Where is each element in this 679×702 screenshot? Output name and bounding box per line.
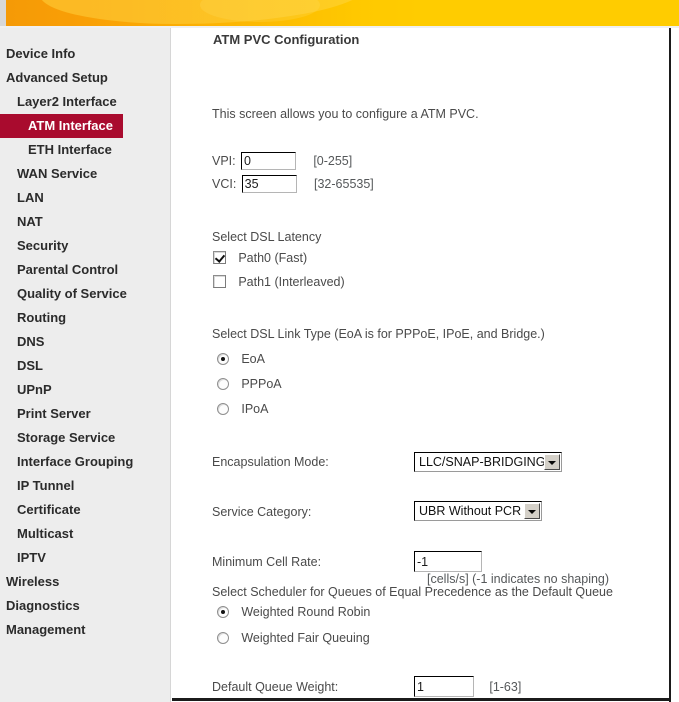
dsl-link-type-options: EoA PPPoA IPoA xyxy=(217,352,282,427)
sidebar-item-eth-interface[interactable]: ETH Interface xyxy=(0,138,170,162)
minimum-cell-rate-row: [cells/s] (-1 indicates no shaping) xyxy=(414,551,669,586)
minimum-cell-rate-hint: [cells/s] (-1 indicates no shaping) xyxy=(427,572,610,586)
scheduler-heading: Select Scheduler for Queues of Equal Pre… xyxy=(212,585,613,599)
banner-left-edge xyxy=(0,0,6,26)
sidebar-item-parental-control[interactable]: Parental Control xyxy=(0,258,170,282)
vci-input[interactable] xyxy=(241,175,297,193)
sidebar-item-layer2-interface[interactable]: Layer2 Interface xyxy=(0,90,170,114)
encapsulation-mode-label: Encapsulation Mode: xyxy=(212,455,329,469)
sidebar-item-nat[interactable]: NAT xyxy=(0,210,170,234)
default-queue-weight-label: Default Queue Weight: xyxy=(212,680,339,694)
sidebar-item-diagnostics[interactable]: Diagnostics xyxy=(0,594,170,618)
scheduler-option-wfq[interactable]: Weighted Fair Queuing xyxy=(217,631,370,657)
service-category-value: UBR Without PCR xyxy=(419,504,522,518)
sidebar-item-wireless[interactable]: Wireless xyxy=(0,570,170,594)
weighted-fair-queuing-label: Weighted Fair Queuing xyxy=(241,631,370,645)
sidebar-item-quality-of-service[interactable]: Quality of Service xyxy=(0,282,170,306)
sidebar-item-wan-service[interactable]: WAN Service xyxy=(0,162,170,186)
vpi-range-hint: [0-255] xyxy=(313,154,353,168)
scheduler-options: Weighted Round Robin Weighted Fair Queui… xyxy=(217,605,370,657)
sidebar-item-management[interactable]: Management xyxy=(0,618,170,642)
vci-range-hint: [32-65535] xyxy=(314,177,374,191)
brand-banner xyxy=(0,0,679,26)
ipoa-label: IPoA xyxy=(241,402,269,416)
sidebar-item-advanced-setup[interactable]: Advanced Setup xyxy=(0,66,170,90)
chevron-down-icon[interactable] xyxy=(544,454,560,470)
vpi-input[interactable] xyxy=(240,152,296,170)
sidebar-item-upnp[interactable]: UPnP xyxy=(0,378,170,402)
sidebar-item-certificate[interactable]: Certificate xyxy=(0,498,170,522)
vci-label: VCI: xyxy=(212,177,237,191)
path0-checkbox[interactable] xyxy=(213,251,226,264)
scheduler-option-wrr[interactable]: Weighted Round Robin xyxy=(217,605,370,631)
minimum-cell-rate-label: Minimum Cell Rate: xyxy=(212,555,322,569)
sidebar-item-dsl[interactable]: DSL xyxy=(0,354,170,378)
default-queue-weight-label-wrap: Default Queue Weight: xyxy=(212,680,338,694)
service-category-label-wrap: Service Category: xyxy=(212,505,311,519)
vci-row: VCI: [32-65535] xyxy=(212,175,374,193)
sidebar-item-print-server[interactable]: Print Server xyxy=(0,402,170,426)
sidebar-item-lan[interactable]: LAN xyxy=(0,186,170,210)
path1-label: Path1 (Interleaved) xyxy=(238,275,345,289)
weighted-fair-queuing-radio[interactable] xyxy=(217,632,229,644)
weighted-round-robin-label: Weighted Round Robin xyxy=(241,605,371,619)
sidebar-item-iptv[interactable]: IPTV xyxy=(0,546,170,570)
sidebar-item-routing[interactable]: Routing xyxy=(0,306,170,330)
router-admin-page: Device Info Advanced Setup Layer2 Interfac… xyxy=(0,0,679,702)
chevron-down-icon[interactable] xyxy=(524,503,540,519)
dsl-latency-options: Path0 (Fast) Path1 (Interleaved) xyxy=(213,251,345,299)
sidebar-item-atm-interface[interactable]: ATM Interface xyxy=(0,114,123,138)
path1-checkbox[interactable] xyxy=(213,275,226,288)
dsl-link-type-option-ipoa[interactable]: IPoA xyxy=(217,402,282,427)
dsl-latency-option-path0[interactable]: Path0 (Fast) xyxy=(213,251,345,275)
content-bottom-rule xyxy=(172,698,671,701)
default-queue-weight-input[interactable] xyxy=(414,676,474,697)
dsl-latency-heading: Select DSL Latency xyxy=(212,230,322,244)
sidebar-item-interface-grouping[interactable]: Interface Grouping xyxy=(0,450,170,474)
sidebar-item-ip-tunnel[interactable]: IP Tunnel xyxy=(0,474,170,498)
weighted-round-robin-radio[interactable] xyxy=(217,606,229,618)
pppoa-label: PPPoA xyxy=(241,377,282,391)
dsl-link-type-option-eoa[interactable]: EoA xyxy=(217,352,282,377)
page-description: This screen allows you to configure a AT… xyxy=(212,107,479,121)
sidebar-item-storage-service[interactable]: Storage Service xyxy=(0,426,170,450)
default-queue-weight-range-hint: [1-63] xyxy=(489,679,522,694)
default-queue-weight-row: [1-63] xyxy=(414,676,521,697)
dsl-link-type-heading: Select DSL Link Type (EoA is for PPPoE, … xyxy=(212,327,545,341)
vpi-label: VPI: xyxy=(212,154,236,168)
minimum-cell-rate-label-wrap: Minimum Cell Rate: xyxy=(212,555,321,569)
encapsulation-mode-select[interactable]: LLC/SNAP-BRIDGING xyxy=(414,452,562,472)
sidebar-item-multicast[interactable]: Multicast xyxy=(0,522,170,546)
main-content: ATM PVC Configuration This screen allows… xyxy=(172,28,671,702)
sidebar-item-dns[interactable]: DNS xyxy=(0,330,170,354)
sidebar-nav: Device Info Advanced Setup Layer2 Interfac… xyxy=(0,28,171,702)
eoa-label: EoA xyxy=(241,352,265,366)
sidebar-item-security[interactable]: Security xyxy=(0,234,170,258)
dsl-link-type-option-pppoa[interactable]: PPPoA xyxy=(217,377,282,402)
dsl-latency-option-path1[interactable]: Path1 (Interleaved) xyxy=(213,275,345,299)
ipoa-radio[interactable] xyxy=(217,403,229,415)
path0-label: Path0 (Fast) xyxy=(238,251,308,265)
encapsulation-mode-value: LLC/SNAP-BRIDGING xyxy=(419,455,544,469)
encapsulation-mode-label-wrap: Encapsulation Mode: xyxy=(212,455,329,469)
eoa-radio[interactable] xyxy=(217,353,229,365)
minimum-cell-rate-input[interactable] xyxy=(414,551,482,572)
pppoa-radio[interactable] xyxy=(217,378,229,390)
page-title: ATM PVC Configuration xyxy=(213,32,360,47)
sidebar-item-device-info[interactable]: Device Info xyxy=(0,42,170,66)
vpi-row: VPI: [0-255] xyxy=(212,152,352,170)
service-category-select[interactable]: UBR Without PCR xyxy=(414,501,542,521)
service-category-label: Service Category: xyxy=(212,505,312,519)
